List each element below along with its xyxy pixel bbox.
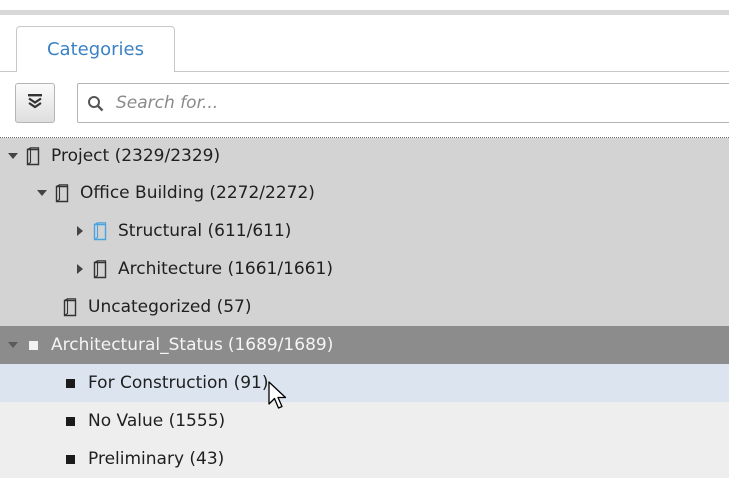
expand-arrow-icon[interactable] xyxy=(73,262,87,276)
tree-node-label: Architectural_Status xyxy=(51,335,223,355)
collapse-arrow-icon[interactable] xyxy=(6,149,20,163)
tree-node-label: Uncategorized (57) xyxy=(88,297,252,317)
search-icon xyxy=(87,95,104,116)
tab-categories-label: Categories xyxy=(46,39,145,60)
top-divider xyxy=(0,10,729,15)
tree-node-no-value[interactable]: No Value (1555) xyxy=(0,402,729,440)
property-square-icon xyxy=(62,411,78,431)
tree-node-count: (1689/1689) xyxy=(227,335,334,355)
toolbar xyxy=(0,80,729,130)
collapse-all-button[interactable] xyxy=(15,83,55,123)
category-tree: Project (2329/2329) Office Building (227… xyxy=(0,137,729,478)
tree-node-structural[interactable]: Structural (611/611) xyxy=(0,212,729,250)
tree-node-for-construction[interactable]: For Construction (91) xyxy=(0,364,729,402)
tab-categories[interactable]: Categories xyxy=(16,26,175,72)
collapse-all-icon xyxy=(27,93,43,113)
mouse-pointer-icon xyxy=(268,381,288,415)
category-cube-icon xyxy=(54,183,70,203)
category-cube-icon xyxy=(92,221,108,241)
category-cube-icon xyxy=(25,146,41,166)
search-input[interactable] xyxy=(116,88,716,118)
tree-node-label: No Value (1555) xyxy=(88,411,226,431)
collapse-arrow-icon[interactable] xyxy=(6,338,20,352)
property-square-icon xyxy=(25,335,41,355)
tree-node-label: Project (2329/2329) xyxy=(51,146,221,166)
tree-node-project[interactable]: Project (2329/2329) xyxy=(0,138,729,174)
tree-node-label: For Construction (91) xyxy=(88,373,269,393)
collapse-arrow-icon[interactable] xyxy=(35,186,49,200)
tree-node-label: Preliminary (43) xyxy=(88,449,225,469)
tree-node-office-building[interactable]: Office Building (2272/2272) xyxy=(0,174,729,212)
property-square-icon xyxy=(62,449,78,469)
tree-node-uncategorized[interactable]: Uncategorized (57) xyxy=(0,288,729,326)
property-square-icon xyxy=(62,373,78,393)
tab-bar: Categories xyxy=(0,24,729,72)
category-cube-icon xyxy=(92,259,108,279)
expand-arrow-icon[interactable] xyxy=(73,224,87,238)
category-cube-icon xyxy=(62,297,78,317)
tree-node-architecture[interactable]: Architecture (1661/1661) xyxy=(0,250,729,288)
tree-node-label: Structural (611/611) xyxy=(118,221,292,241)
tree-node-preliminary[interactable]: Preliminary (43) xyxy=(0,440,729,478)
search-field[interactable] xyxy=(77,83,729,123)
tree-node-label: Office Building (2272/2272) xyxy=(80,183,315,203)
tree-node-label: Architecture (1661/1661) xyxy=(118,259,333,279)
tree-node-architectural-status[interactable]: Architectural_Status (1689/1689) xyxy=(0,326,729,364)
